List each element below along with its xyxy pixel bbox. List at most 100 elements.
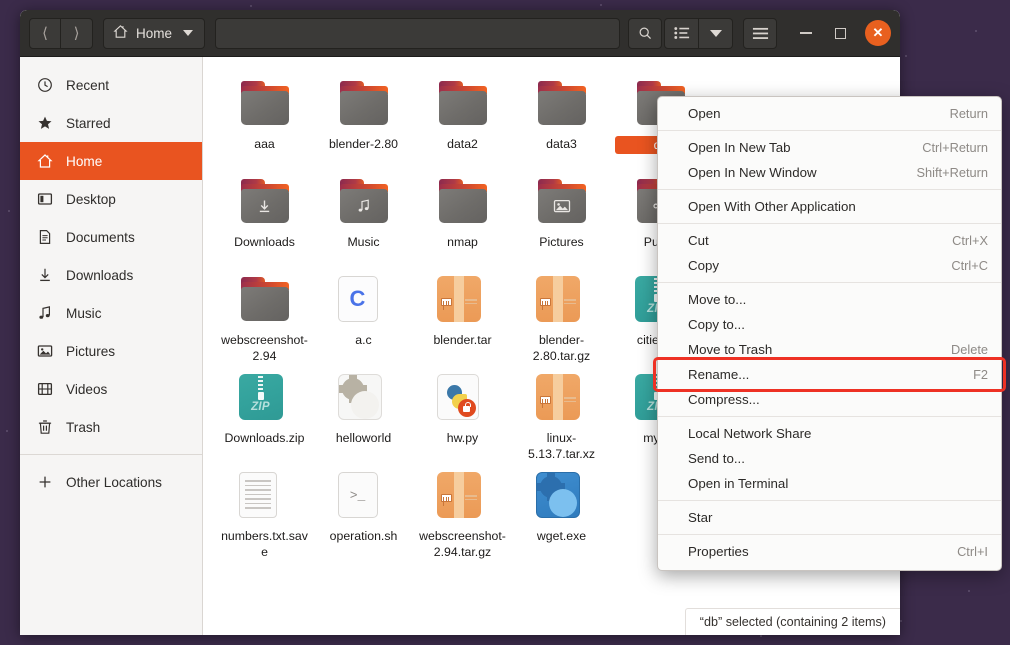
file-label: linux-5.13.7.tar.xz (516, 430, 608, 462)
file-icon (338, 175, 390, 227)
menu-item-properties[interactable]: PropertiesCtrl+I (658, 539, 1001, 564)
file-item[interactable]: blender-2.80.tar.gz (512, 267, 611, 365)
main-menu-button[interactable] (743, 18, 777, 49)
menu-item-move-to[interactable]: Move to... (658, 287, 1001, 312)
file-item[interactable]: numbers.txt.save (215, 463, 314, 561)
file-label: operation.sh (318, 528, 410, 544)
file-label: Pictures (516, 234, 608, 250)
file-icon (239, 175, 291, 227)
list-view-icon (674, 26, 690, 40)
menu-item-star[interactable]: Star (658, 505, 1001, 530)
menu-item-label: Open With Other Application (688, 199, 856, 214)
file-item[interactable]: Music (314, 169, 413, 267)
desktop-icon (36, 191, 53, 208)
search-button[interactable] (628, 18, 662, 49)
list-view-button[interactable] (664, 18, 699, 49)
file-item[interactable]: Ca.c (314, 267, 413, 365)
sidebar-item-pictures[interactable]: Pictures (20, 332, 202, 370)
forward-icon: ⟩ (74, 26, 80, 41)
forward-button[interactable]: ⟩ (61, 18, 93, 49)
folder-icon (536, 179, 588, 225)
view-options-dropdown-button[interactable] (699, 18, 733, 49)
video-icon (36, 381, 53, 398)
menu-separator (658, 416, 1001, 417)
path-bar-home-button[interactable]: Home (103, 18, 205, 49)
sidebar: RecentStarredHome Desktop DocumentsDownloa… (20, 57, 203, 635)
file-icon (437, 371, 489, 423)
sidebar-item-label: Desktop (66, 192, 116, 207)
file-item[interactable]: blender.tar (413, 267, 512, 365)
file-item[interactable]: Pictures (512, 169, 611, 267)
back-button[interactable]: ⟨ (29, 18, 61, 49)
file-item[interactable]: ZIPDownloads.zip (215, 365, 314, 463)
file-item[interactable]: webscreenshot-2.94 (215, 267, 314, 365)
menu-item-open-in-new-window[interactable]: Open In New WindowShift+Return (658, 160, 1001, 185)
file-item[interactable]: Downloads (215, 169, 314, 267)
sidebar-item-starred[interactable]: Starred (20, 104, 202, 142)
sidebar-item-documents[interactable]: Documents (20, 218, 202, 256)
sidebar-item-home[interactable]: Home (20, 142, 202, 180)
folder-icon (239, 81, 291, 127)
close-icon: ✕ (873, 25, 884, 41)
download-icon (36, 267, 53, 284)
sidebar-item-trash[interactable]: Trash (20, 408, 202, 446)
file-item[interactable]: aaa (215, 71, 314, 169)
menu-item-label: Move to... (688, 292, 746, 307)
sidebar-item-other-locations[interactable]: Other Locations (20, 463, 202, 501)
sidebar-item-desktop[interactable]: Desktop (20, 180, 202, 218)
file-icon (338, 371, 390, 423)
file-item[interactable]: blender-2.80 (314, 71, 413, 169)
file-item[interactable]: wget.exe (512, 463, 611, 561)
menu-item-copy[interactable]: CopyCtrl+C (658, 253, 1001, 278)
archive-file-icon (437, 276, 481, 322)
file-icon (536, 371, 588, 423)
menu-item-open[interactable]: OpenReturn (658, 101, 1001, 126)
file-icon: ZIP (239, 371, 291, 423)
menu-item-open-in-new-tab[interactable]: Open In New TabCtrl+Return (658, 135, 1001, 160)
menu-item-label: Local Network Share (688, 426, 811, 441)
window-headerbar: ⟨ ⟩ Home (20, 10, 900, 57)
file-item[interactable]: hw.py (413, 365, 512, 463)
menu-separator (658, 282, 1001, 283)
file-icon (536, 175, 588, 227)
file-item[interactable]: data2 (413, 71, 512, 169)
trash-icon (36, 419, 53, 436)
file-label: blender-2.80.tar.gz (516, 332, 608, 364)
search-input[interactable] (215, 18, 620, 49)
menu-item-open-with-other-application[interactable]: Open With Other Application (658, 194, 1001, 219)
navigation-buttons: ⟨ ⟩ (29, 18, 93, 49)
menu-item-send-to[interactable]: Send to... (658, 446, 1001, 471)
menu-item-local-network-share[interactable]: Local Network Share (658, 421, 1001, 446)
file-label: Downloads (219, 234, 311, 250)
file-item[interactable]: webscreenshot-2.94.tar.gz (413, 463, 512, 561)
menu-item-open-in-terminal[interactable]: Open in Terminal (658, 471, 1001, 496)
file-item[interactable]: linux-5.13.7.tar.xz (512, 365, 611, 463)
sidebar-item-music[interactable]: Music (20, 294, 202, 332)
sidebar-item-downloads[interactable]: Downloads (20, 256, 202, 294)
minimize-button[interactable] (789, 16, 823, 50)
file-item[interactable]: nmap (413, 169, 512, 267)
sidebar-item-label: Pictures (66, 344, 115, 359)
menu-item-compress[interactable]: Compress... (658, 387, 1001, 412)
file-label: data2 (417, 136, 509, 152)
file-icon (437, 77, 489, 129)
menu-separator (658, 189, 1001, 190)
close-button[interactable]: ✕ (865, 20, 891, 46)
context-menu[interactable]: OpenReturnOpen In New TabCtrl+ReturnOpen… (657, 96, 1002, 571)
menu-item-cut[interactable]: CutCtrl+X (658, 228, 1001, 253)
menu-item-rename[interactable]: Rename...F2 (658, 362, 1001, 387)
file-item[interactable]: >_operation.sh (314, 463, 413, 561)
file-item[interactable]: data3 (512, 71, 611, 169)
menu-item-move-to-trash[interactable]: Move to TrashDelete (658, 337, 1001, 362)
sidebar-item-recent[interactable]: Recent (20, 66, 202, 104)
sidebar-item-label: Videos (66, 382, 107, 397)
maximize-button[interactable] (823, 16, 857, 50)
chevron-down-icon (710, 30, 722, 37)
file-icon (437, 273, 489, 325)
file-item[interactable]: helloworld (314, 365, 413, 463)
folder-picture-glyph-icon (536, 192, 588, 220)
sidebar-item-videos[interactable]: Videos (20, 370, 202, 408)
search-icon (638, 26, 653, 41)
menu-item-label: Copy to... (688, 317, 745, 332)
menu-item-copy-to[interactable]: Copy to... (658, 312, 1001, 337)
